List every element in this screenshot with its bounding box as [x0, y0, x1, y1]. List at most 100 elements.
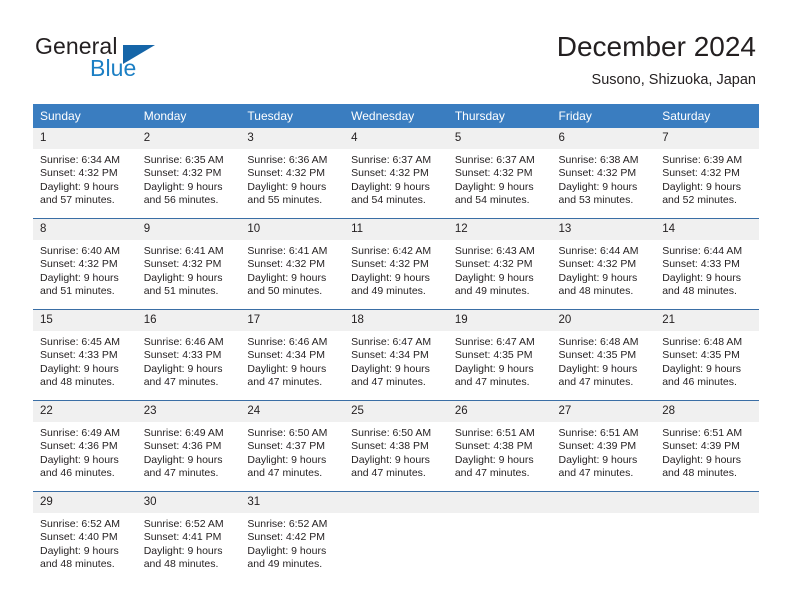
calendar-day-cell[interactable]: 6 Sunrise: 6:38 AM Sunset: 4:32 PM Daylight…	[551, 128, 656, 219]
calendar-day-cell[interactable]: 22 Sunrise: 6:49 AM Sunset: 4:36 PM Dayligh…	[33, 400, 137, 492]
calendar-week-row: 1 Sunrise: 6:34 AM Sunset: 4:32 PM Daylight…	[33, 128, 759, 219]
day-number: 8	[33, 219, 137, 240]
day-details: Sunrise: 6:39 AM Sunset: 4:32 PM Daylight:…	[655, 149, 759, 208]
calendar-day-cell[interactable]: 10 Sunrise: 6:41 AM Sunset: 4:32 PM Dayligh…	[240, 218, 345, 310]
sunset-text: Sunset: 4:32 PM	[40, 167, 118, 180]
calendar-day-cell[interactable]: 8 Sunrise: 6:40 AM Sunset: 4:32 PM Daylight…	[33, 218, 137, 310]
day-number: 15	[33, 310, 137, 331]
calendar-day: 22 Sunrise: 6:49 AM Sunset: 4:36 PM Dayligh…	[33, 401, 137, 491]
daylight-text-line1: Daylight: 9 hours	[662, 453, 742, 466]
day-details: Sunrise: 6:38 AM Sunset: 4:32 PM Daylight:…	[552, 149, 656, 208]
sunrise-text: Sunrise: 6:50 AM	[351, 427, 432, 439]
calendar-day-cell[interactable]: 17 Sunrise: 6:46 AM Sunset: 4:34 PM Dayligh…	[240, 309, 345, 401]
day-number: 7	[655, 128, 759, 149]
daylight-text-line1: Daylight: 9 hours	[351, 271, 430, 284]
daylight-text-line1: Daylight: 9 hours	[40, 180, 119, 193]
calendar-day-empty	[344, 492, 448, 582]
calendar-day-cell[interactable]: 13 Sunrise: 6:44 AM Sunset: 4:32 PM Dayligh…	[551, 218, 656, 310]
calendar-day-cell[interactable]	[655, 491, 759, 582]
calendar-day-cell[interactable]: 23 Sunrise: 6:49 AM Sunset: 4:36 PM Dayligh…	[136, 400, 241, 492]
day-details: Sunrise: 6:48 AM Sunset: 4:35 PM Daylight:…	[552, 331, 656, 390]
calendar-day-cell[interactable]: 19 Sunrise: 6:47 AM Sunset: 4:35 PM Dayligh…	[447, 309, 552, 401]
day-number: 29	[33, 492, 137, 513]
day-details: Sunrise: 6:35 AM Sunset: 4:32 PM Daylight:…	[137, 149, 241, 208]
calendar-day-cell[interactable]: 29 Sunrise: 6:52 AM Sunset: 4:40 PM Dayligh…	[33, 491, 137, 582]
day-details: Sunrise: 6:42 AM Sunset: 4:32 PM Daylight:…	[344, 240, 448, 299]
calendar-day-cell[interactable]	[551, 491, 656, 582]
day-details: Sunrise: 6:40 AM Sunset: 4:32 PM Daylight:…	[33, 240, 137, 299]
calendar-day-cell[interactable]: 24 Sunrise: 6:50 AM Sunset: 4:37 PM Dayligh…	[240, 400, 345, 492]
calendar-day-cell[interactable]: 16 Sunrise: 6:46 AM Sunset: 4:33 PM Dayligh…	[136, 309, 241, 401]
calendar-day-cell[interactable]: 28 Sunrise: 6:51 AM Sunset: 4:39 PM Dayligh…	[655, 400, 759, 492]
day-details: Sunrise: 6:46 AM Sunset: 4:33 PM Daylight:…	[137, 331, 241, 390]
calendar-day-cell[interactable]: 20 Sunrise: 6:48 AM Sunset: 4:35 PM Dayligh…	[551, 309, 656, 401]
calendar-day-cell[interactable]: 5 Sunrise: 6:37 AM Sunset: 4:32 PM Daylight…	[447, 128, 552, 219]
sunset-text: Sunset: 4:33 PM	[143, 349, 222, 362]
day-number: 4	[344, 128, 448, 149]
sunset-text: Sunset: 4:39 PM	[558, 440, 637, 453]
page-header: General Blue December 2024 Susono, Shizu…	[0, 0, 792, 100]
day-number: 17	[240, 310, 345, 331]
daylight-text-line2: and 47 minutes.	[454, 467, 530, 480]
calendar-day-cell[interactable]: 11 Sunrise: 6:42 AM Sunset: 4:32 PM Dayligh…	[344, 218, 448, 310]
calendar-day-cell[interactable]: 31 Sunrise: 6:52 AM Sunset: 4:42 PM Dayligh…	[240, 491, 345, 582]
calendar-day-cell[interactable]: 14 Sunrise: 6:44 AM Sunset: 4:33 PM Dayligh…	[655, 218, 759, 310]
daylight-text-line2: and 54 minutes.	[351, 194, 426, 207]
daylight-text-line2: and 48 minutes.	[143, 558, 219, 571]
calendar-day-cell[interactable]: 27 Sunrise: 6:51 AM Sunset: 4:39 PM Dayligh…	[551, 400, 656, 492]
day-number: 11	[344, 219, 448, 240]
daylight-text-line1: Daylight: 9 hours	[247, 362, 327, 375]
day-number: 24	[240, 401, 345, 422]
sunrise-text: Sunrise: 6:49 AM	[143, 427, 224, 439]
calendar-week-row: 29 Sunrise: 6:52 AM Sunset: 4:40 PM Dayligh…	[33, 491, 759, 582]
brand-logo[interactable]: General Blue	[35, 33, 265, 85]
daylight-text-line2: and 47 minutes.	[558, 467, 634, 480]
calendar-day-cell[interactable]: 26 Sunrise: 6:51 AM Sunset: 4:38 PM Dayligh…	[447, 400, 552, 492]
day-details: Sunrise: 6:51 AM Sunset: 4:38 PM Daylight:…	[448, 422, 552, 481]
day-details: Sunrise: 6:50 AM Sunset: 4:37 PM Daylight:…	[240, 422, 344, 481]
calendar-day: 27 Sunrise: 6:51 AM Sunset: 4:39 PM Dayligh…	[551, 401, 656, 491]
calendar-day: 10 Sunrise: 6:41 AM Sunset: 4:32 PM Dayligh…	[240, 219, 345, 309]
day-number	[447, 492, 552, 513]
day-number: 2	[136, 128, 241, 149]
sunset-text: Sunset: 4:32 PM	[351, 258, 429, 271]
sunset-text: Sunset: 4:35 PM	[558, 349, 637, 362]
calendar-day-empty	[655, 492, 759, 582]
daylight-text-line2: and 48 minutes.	[662, 285, 737, 298]
calendar-day-cell[interactable]: 18 Sunrise: 6:47 AM Sunset: 4:34 PM Dayligh…	[344, 309, 448, 401]
calendar-day-cell[interactable]: 9 Sunrise: 6:41 AM Sunset: 4:32 PM Daylight…	[136, 218, 241, 310]
sunrise-text: Sunrise: 6:51 AM	[662, 427, 743, 439]
daylight-text-line1: Daylight: 9 hours	[558, 180, 638, 193]
calendar-day-cell[interactable]	[447, 491, 552, 582]
calendar-day: 25 Sunrise: 6:50 AM Sunset: 4:38 PM Dayligh…	[344, 401, 448, 491]
day-number: 27	[551, 401, 656, 422]
daylight-text-line1: Daylight: 9 hours	[662, 362, 742, 375]
weekday-header-thursday: Thursday	[447, 104, 552, 128]
calendar-day-cell[interactable]: 7 Sunrise: 6:39 AM Sunset: 4:32 PM Daylight…	[655, 128, 759, 219]
calendar-day: 1 Sunrise: 6:34 AM Sunset: 4:32 PM Daylight…	[33, 128, 137, 218]
calendar-day: 23 Sunrise: 6:49 AM Sunset: 4:36 PM Dayligh…	[136, 401, 241, 491]
calendar-day-cell[interactable]: 4 Sunrise: 6:37 AM Sunset: 4:32 PM Daylight…	[344, 128, 448, 219]
sunrise-text: Sunrise: 6:47 AM	[454, 336, 535, 348]
sunrise-text: Sunrise: 6:45 AM	[40, 336, 120, 348]
calendar-day-cell[interactable]: 3 Sunrise: 6:36 AM Sunset: 4:32 PM Daylight…	[240, 128, 345, 219]
calendar-day-cell[interactable]: 25 Sunrise: 6:50 AM Sunset: 4:38 PM Dayligh…	[344, 400, 448, 492]
day-number: 31	[240, 492, 345, 513]
day-details: Sunrise: 6:52 AM Sunset: 4:41 PM Daylight:…	[137, 513, 241, 572]
calendar-day-cell[interactable]: 2 Sunrise: 6:35 AM Sunset: 4:32 PM Daylight…	[136, 128, 241, 219]
calendar-day: 5 Sunrise: 6:37 AM Sunset: 4:32 PM Daylight…	[447, 128, 552, 218]
calendar-day-cell[interactable]: 1 Sunrise: 6:34 AM Sunset: 4:32 PM Daylight…	[33, 128, 137, 219]
calendar-day-cell[interactable]: 12 Sunrise: 6:43 AM Sunset: 4:32 PM Dayligh…	[447, 218, 552, 310]
calendar-day-cell[interactable]: 21 Sunrise: 6:48 AM Sunset: 4:35 PM Dayligh…	[655, 309, 759, 401]
weekday-header-friday: Friday	[551, 104, 656, 128]
daylight-text-line2: and 55 minutes.	[247, 194, 323, 207]
daylight-text-line1: Daylight: 9 hours	[454, 453, 534, 466]
calendar-day-cell[interactable]	[344, 491, 448, 582]
sunrise-text: Sunrise: 6:41 AM	[247, 245, 328, 257]
daylight-text-line1: Daylight: 9 hours	[40, 271, 119, 284]
calendar-day-cell[interactable]: 30 Sunrise: 6:52 AM Sunset: 4:41 PM Dayligh…	[136, 491, 241, 582]
day-number: 16	[136, 310, 241, 331]
calendar-day-cell[interactable]: 15 Sunrise: 6:45 AM Sunset: 4:33 PM Dayligh…	[33, 309, 137, 401]
calendar-day: 2 Sunrise: 6:35 AM Sunset: 4:32 PM Daylight…	[136, 128, 241, 218]
sunset-text: Sunset: 4:32 PM	[143, 258, 222, 271]
